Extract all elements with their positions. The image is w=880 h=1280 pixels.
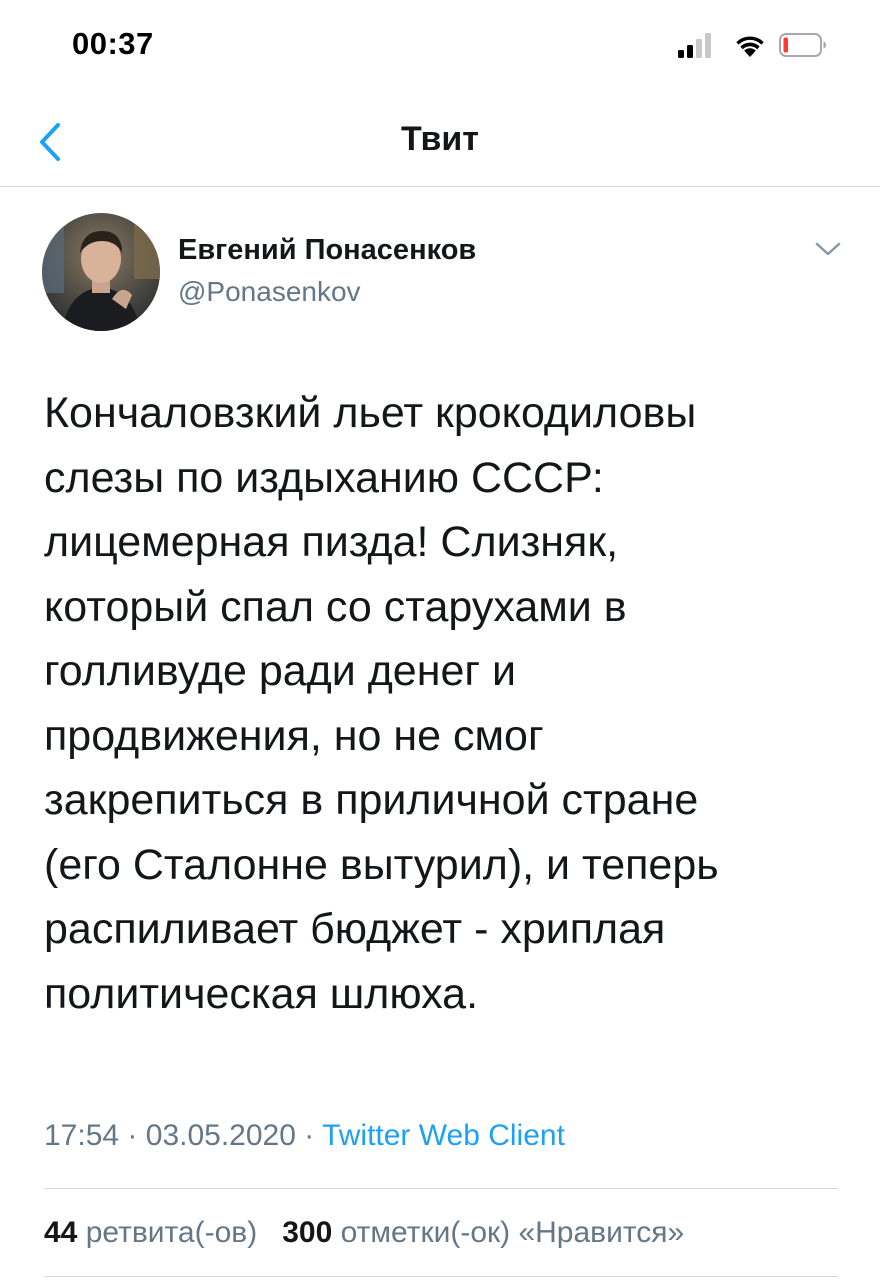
author-handle[interactable]: @Ponasenkov bbox=[178, 276, 361, 308]
tweet-text-line: закрепиться в приличной стране bbox=[44, 776, 699, 824]
tweet-text-line: который спал со старухами в bbox=[44, 582, 627, 631]
author-name[interactable]: Евгений Понасенков bbox=[178, 234, 476, 267]
tweet-text-line: распиливает бюджет - хриплая bbox=[44, 905, 666, 953]
retweets-label: ретвита(-ов) bbox=[85, 1216, 258, 1249]
retweets-count: 44 bbox=[44, 1216, 78, 1249]
tweet-date: 03.05.2020 bbox=[145, 1119, 296, 1152]
likes-label: отметки(-ок) «Нравится» bbox=[340, 1216, 685, 1249]
divider bbox=[44, 1276, 838, 1277]
tweet-source-link[interactable]: Twitter Web Client bbox=[322, 1119, 565, 1152]
tweet-meta: 17:54 · 03.05.2020 · Twitter Web Client bbox=[44, 1119, 565, 1153]
page-title: Твит bbox=[401, 120, 479, 158]
likes-stat[interactable]: 300 отметки(-ок) «Нравится» bbox=[282, 1216, 684, 1249]
wifi-icon bbox=[736, 36, 764, 57]
status-bar: 00:37 bbox=[0, 0, 880, 96]
retweets-stat[interactable]: 44 ретвита(-ов) bbox=[44, 1216, 266, 1249]
tweet-text-line: лицемерная пизда! Слизняк, bbox=[44, 518, 619, 566]
navigation-bar: Твит bbox=[0, 96, 880, 187]
divider bbox=[44, 1188, 838, 1189]
tweet-text-line: слезы по издыханию СССР: bbox=[44, 453, 604, 502]
battery-low-icon bbox=[779, 33, 826, 57]
tweet-text-line: (его Сталонне вытурил), и теперь bbox=[44, 840, 719, 889]
status-time: 00:37 bbox=[72, 26, 154, 61]
likes-count: 300 bbox=[282, 1216, 333, 1249]
tweet-text-line: политическая шлюха. bbox=[44, 969, 479, 1018]
tweet-text: Кончаловзкий льет крокодиловы слезы по и… bbox=[44, 381, 844, 1026]
tweet-text-line: голливуде ради денег и bbox=[44, 647, 517, 695]
cellular-signal-icon bbox=[678, 32, 718, 58]
tweet-time: 17:54 bbox=[44, 1119, 120, 1152]
meta-separator: · bbox=[304, 1119, 315, 1152]
avatar[interactable] bbox=[42, 213, 160, 331]
tweet-stats: 44 ретвита(-ов) 300 отметки(-ок) «Нравит… bbox=[44, 1216, 684, 1250]
chevron-down-icon[interactable] bbox=[812, 238, 844, 260]
tweet-text-line: продвижения, но не смог bbox=[44, 711, 544, 760]
tweet-text-line: Кончаловзкий льет крокодиловы bbox=[44, 389, 697, 437]
meta-separator: · bbox=[127, 1119, 138, 1152]
